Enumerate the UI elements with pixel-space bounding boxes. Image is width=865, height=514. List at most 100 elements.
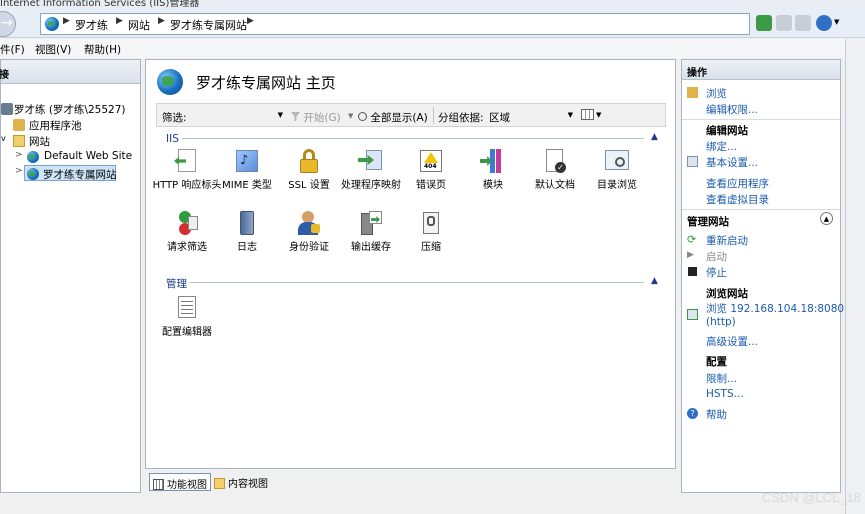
explore-icon: [687, 87, 698, 98]
tree-item-sites[interactable]: v 网站: [1, 133, 140, 149]
filter-label: 筛选:: [162, 112, 187, 124]
action-start[interactable]: 启动: [706, 249, 727, 264]
start-dropdown-icon[interactable]: ▼: [348, 112, 353, 120]
section-management-title: 管理: [166, 278, 187, 290]
collapse-chevron-up-icon[interactable]: ▲: [820, 212, 833, 225]
action-limits[interactable]: 限制...: [706, 371, 737, 386]
configure-heading: 配置: [706, 356, 727, 368]
start-filter-button[interactable]: 开始(G): [291, 110, 341, 125]
tab-features-view[interactable]: 功能视图: [149, 473, 211, 491]
feature-label: SSL 设置: [288, 180, 330, 191]
section-collapse-icon[interactable]: ▲: [651, 132, 658, 142]
action-browse-address[interactable]: 浏览 192.168.104.18:8080: [706, 301, 844, 316]
feature-label: 身份验证: [289, 242, 329, 253]
show-all-button[interactable]: 全部显示(A): [358, 110, 428, 125]
edit-site-heading: 编辑网站: [706, 125, 748, 137]
http-response-headers-icon: [174, 148, 200, 174]
breadcrumb-server[interactable]: 罗才练: [75, 17, 108, 33]
stop-icon[interactable]: [776, 15, 792, 31]
start-icon: ▶: [687, 250, 694, 260]
action-restart[interactable]: 重新启动: [706, 233, 748, 248]
breadcrumb-site[interactable]: 罗才练专属网站: [170, 17, 247, 33]
action-view-applications[interactable]: 查看应用程序: [706, 176, 769, 191]
window-edge: [845, 39, 865, 514]
tree-item-label: 罗才练 (罗才练\25527): [14, 104, 126, 116]
filter-dropdown-icon: ▼: [277, 111, 283, 119]
menu-view[interactable]: 视图(V): [35, 42, 71, 57]
configuration-editor-icon: [174, 295, 200, 321]
request-filtering-icon: [174, 210, 200, 236]
funnel-icon: [291, 112, 300, 121]
help-dropdown-icon[interactable]: ▼: [834, 18, 839, 26]
address-bar[interactable]: ▶ 罗才练 ▶ 网站 ▶ 罗才练专属网站 ▶: [40, 13, 750, 35]
feature-configuration-editor[interactable]: 配置编辑器: [152, 295, 222, 339]
group-by-select[interactable]: 区域 ▼: [485, 107, 577, 124]
section-divider: [182, 138, 644, 139]
feature-label: 错误页: [416, 180, 446, 191]
home-icon[interactable]: [795, 15, 811, 31]
connections-header: 接: [0, 60, 140, 84]
feature-label: 压缩: [421, 242, 441, 253]
feature-modules[interactable]: 模块: [458, 148, 528, 192]
handler-mappings-icon: [358, 148, 384, 174]
filter-input[interactable]: ▼: [187, 107, 287, 124]
feature-mime-types[interactable]: ♪ MIME 类型: [212, 148, 282, 192]
action-basic-settings[interactable]: 基本设置...: [706, 155, 758, 170]
app-pool-icon: [13, 119, 25, 131]
toolbar-divider: [433, 107, 434, 124]
action-hsts[interactable]: HSTS...: [706, 388, 744, 400]
action-advanced-settings[interactable]: 高级设置...: [706, 334, 758, 349]
group-by-value: 区域: [489, 112, 510, 124]
feature-logging[interactable]: 日志: [212, 210, 282, 254]
back-button[interactable]: →: [0, 11, 16, 37]
refresh-icon[interactable]: [756, 15, 772, 31]
action-help[interactable]: 帮助: [706, 407, 727, 422]
feature-error-pages[interactable]: 404 错误页: [396, 148, 466, 192]
feature-compression[interactable]: 压缩: [396, 210, 466, 254]
folder-icon: [13, 135, 25, 147]
mime-types-icon: ♪: [234, 148, 260, 174]
section-collapse-icon[interactable]: ▲: [651, 276, 658, 286]
action-view-virtual-directories[interactable]: 查看虚拟目录: [706, 192, 769, 207]
menu-file[interactable]: 件(F): [0, 42, 25, 57]
view-tabs: 功能视图 内容视图: [145, 472, 676, 492]
view-mode-dropdown-icon[interactable]: ▼: [596, 111, 601, 119]
feature-default-document[interactable]: ✓ 默认文档: [520, 148, 590, 192]
feature-label: 配置编辑器: [162, 327, 212, 338]
browse-icon: [687, 309, 698, 320]
browse-site-heading: 浏览网站: [706, 288, 748, 300]
expand-chevron-right-icon[interactable]: >: [15, 150, 23, 160]
start-filter-label: 开始(G): [303, 112, 341, 124]
help-icon[interactable]: [816, 15, 832, 31]
globe-icon: [27, 151, 39, 163]
tree-item-default-web-site[interactable]: > Default Web Site: [1, 149, 140, 165]
breadcrumb-separator-icon: ▶: [63, 16, 70, 26]
actions-panel: 操作 浏览 编辑权限... 编辑网站 绑定... 基本设置... 查看应用程序 …: [681, 59, 844, 493]
page-title: 罗才练专属网站 主页: [196, 74, 336, 92]
expand-chevron-right-icon[interactable]: >: [15, 166, 23, 176]
globe-icon: [45, 17, 59, 31]
action-stop[interactable]: 停止: [706, 265, 727, 280]
tab-content-view[interactable]: 内容视图: [211, 473, 271, 491]
filter-toolbar: 筛选: ▼ 开始(G) ▼ 全部显示(A) 分组依据: 区域 ▼ ▼: [156, 103, 666, 127]
tree-item-label: Default Web Site: [44, 150, 133, 162]
tree-item-app-pools[interactable]: 应用程序池: [1, 117, 140, 133]
action-edit-permissions[interactable]: 编辑权限...: [706, 102, 758, 117]
action-explore[interactable]: 浏览: [706, 86, 727, 101]
feature-authentication[interactable]: 身份验证: [274, 210, 344, 254]
logging-icon: [234, 210, 260, 236]
expand-chevron-down-icon[interactable]: v: [1, 134, 6, 143]
tree-item-selected-site[interactable]: 罗才练专属网站: [24, 165, 117, 181]
feature-directory-browsing[interactable]: 目录浏览: [582, 148, 652, 192]
help-icon: ?: [687, 408, 698, 419]
tree-item-server[interactable]: 罗才练 (罗才练\25527): [1, 101, 140, 117]
directory-browsing-icon: [604, 148, 630, 174]
view-mode-icon[interactable]: [581, 109, 594, 120]
default-document-icon: ✓: [542, 148, 568, 174]
menu-bar: 件(F) 视图(V) 帮助(H): [0, 39, 865, 58]
feature-ssl-settings[interactable]: SSL 设置: [274, 148, 344, 192]
menu-help[interactable]: 帮助(H): [84, 42, 121, 57]
breadcrumb-sites[interactable]: 网站: [128, 17, 150, 33]
action-browse-protocol[interactable]: (http): [706, 316, 736, 328]
action-bindings[interactable]: 绑定...: [706, 139, 737, 154]
